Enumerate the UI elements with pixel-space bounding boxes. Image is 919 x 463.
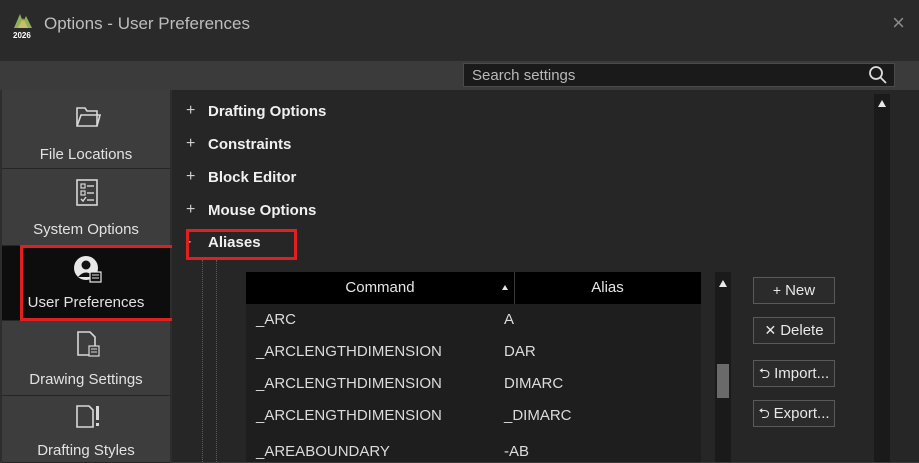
drafting-styles-icon: [76, 405, 99, 428]
table-header: Command Alias: [246, 272, 701, 304]
app-logo-icon: 2026: [13, 14, 32, 40]
sidebar-item-label: System Options: [33, 221, 139, 238]
expand-icon[interactable]: +: [186, 168, 200, 186]
alias-cell: DAR: [504, 343, 536, 360]
sidebar-item-system-options[interactable]: System Options: [2, 169, 170, 246]
scrollbar-thumb[interactable]: [717, 364, 729, 398]
tree-guide-line: [216, 260, 217, 462]
export-icon: ⮌: [758, 405, 770, 421]
column-header-label: Command: [345, 279, 415, 296]
table-row[interactable]: _ARCLENGTHDIMENSION _DIMARC: [246, 400, 701, 432]
column-header-alias[interactable]: Alias: [514, 272, 701, 304]
sidebar-item-label: File Locations: [39, 146, 133, 163]
alias-cell: _DIMARC: [504, 407, 572, 424]
alias-cell: DIMARC: [504, 375, 564, 392]
export-button[interactable]: ⮌ Export...: [753, 400, 835, 427]
sidebar-item-label: Drafting Styles: [37, 442, 135, 459]
search-icon[interactable]: [868, 65, 888, 85]
new-alias-button[interactable]: + New: [753, 277, 835, 304]
table-row[interactable]: _ARC A: [246, 304, 701, 336]
table-row[interactable]: _ARCLENGTHDIMENSION DIMARC: [246, 368, 701, 400]
expand-icon[interactable]: +: [186, 135, 200, 153]
alias-cell: -AB: [504, 443, 530, 460]
expand-icon[interactable]: +: [186, 201, 200, 219]
command-cell: _ARCLENGTHDIMENSION: [256, 375, 442, 392]
sidebar-item-drawing-settings[interactable]: Drawing Settings: [2, 321, 170, 396]
sort-ascending-icon: [502, 285, 508, 290]
plus-icon: +: [772, 282, 782, 298]
table-row[interactable]: _ARCLENGTHDIMENSION DAR: [246, 336, 701, 368]
command-cell: _AREABOUNDARY: [256, 443, 390, 460]
settings-panel: + Drafting Options + Constraints + Block…: [172, 90, 919, 462]
tree-guide-line: [202, 260, 203, 462]
close-icon[interactable]: ×: [892, 10, 905, 36]
command-cell: _ARCLENGTHDIMENSION: [256, 343, 442, 360]
table-row[interactable]: _AREABOUNDARY -AB: [246, 432, 701, 462]
button-label: Delete: [780, 322, 824, 339]
checklist-icon: [76, 179, 98, 206]
folder-icon: [76, 107, 102, 127]
sidebar-item-label: Drawing Settings: [29, 371, 143, 388]
highlight-box-aliases: [186, 229, 297, 260]
import-icon: ⮌: [758, 365, 771, 381]
delete-alias-button[interactable]: ✕ Delete: [753, 317, 835, 344]
title-bar: 2026 Options - User Preferences ×: [0, 0, 919, 60]
expand-icon[interactable]: +: [186, 102, 200, 120]
button-label: Export...: [773, 405, 830, 422]
logo-year-text: 2026: [13, 31, 31, 40]
import-button[interactable]: ⮌ Import...: [753, 360, 835, 387]
column-header-command[interactable]: Command: [246, 272, 515, 304]
category-label: Mouse Options: [208, 202, 317, 219]
search-input[interactable]: [464, 64, 852, 86]
highlight-box-user-preferences: [20, 245, 178, 321]
scroll-up-icon[interactable]: [878, 100, 886, 107]
button-label: Import...: [774, 365, 830, 382]
table-scrollbar[interactable]: [715, 272, 731, 462]
command-cell: _ARC: [256, 311, 297, 328]
panel-scrollbar[interactable]: [874, 94, 890, 462]
window-title: Options - User Preferences: [44, 14, 250, 33]
scroll-up-icon[interactable]: [719, 280, 727, 287]
alias-cell: A: [504, 311, 515, 328]
category-label: Block Editor: [208, 169, 297, 186]
search-box[interactable]: [463, 63, 895, 87]
x-icon: ✕: [764, 322, 777, 338]
sidebar-item-file-locations[interactable]: File Locations: [2, 90, 170, 169]
category-label: Constraints: [208, 136, 292, 153]
drawing-settings-icon: [77, 331, 100, 357]
column-header-label: Alias: [591, 279, 624, 296]
sidebar-item-drafting-styles[interactable]: Drafting Styles: [2, 396, 170, 463]
category-label: Drafting Options: [208, 103, 327, 120]
button-label: New: [785, 282, 816, 299]
aliases-table: Command Alias _ARC A _ARCLENGTHDIMENSION…: [246, 272, 701, 462]
command-cell: _ARCLENGTHDIMENSION: [256, 407, 442, 424]
